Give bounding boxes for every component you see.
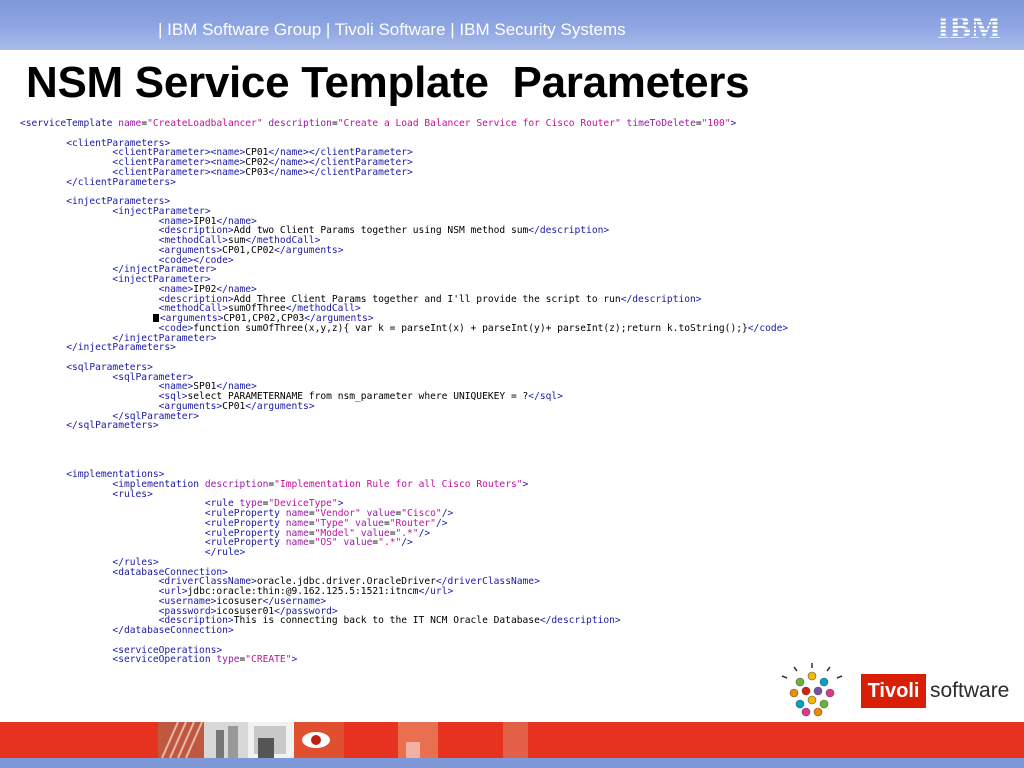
code-line: </sqlParameters>	[20, 421, 1010, 431]
xml-tag: </code>	[747, 322, 789, 334]
xml-tag: >	[730, 118, 737, 129]
xml-tag: </arguments>	[245, 400, 315, 412]
xml-text	[20, 625, 112, 636]
tivoli-brand: Tivoli	[861, 674, 926, 708]
xml-tag: </description>	[539, 615, 621, 627]
xml-text: This is connecting back to the IT NCM Or…	[233, 615, 540, 627]
xml-attribute: name	[118, 118, 142, 129]
xml-attribute: description	[204, 478, 269, 490]
xml-tag: </injectParameters>	[66, 342, 176, 354]
xml-tag: </sqlParameters>	[66, 420, 159, 432]
xml-tag: >	[291, 654, 298, 666]
xml-tag: </clientParameters>	[66, 176, 176, 188]
xml-tag: </name></clientParameter>	[268, 166, 413, 178]
header-breadcrumb: | IBM Software Group | Tivoli Software |…	[158, 20, 626, 39]
xml-code-block: <serviceTemplate name="CreateLoadbalance…	[20, 119, 1010, 665]
xml-attribute: name	[285, 537, 309, 549]
xml-attribute: type	[216, 654, 240, 666]
xml-text	[20, 342, 66, 353]
xml-value: "CREATE"	[245, 654, 292, 666]
xml-value: ".*"	[378, 537, 402, 549]
xml-text: CP01	[222, 400, 246, 412]
code-line: </sqlParameter>	[20, 411, 1010, 422]
xml-tag: </rule>	[204, 547, 246, 558]
xml-value: "OS"	[314, 537, 338, 549]
xml-attribute: timeToDelete	[626, 118, 696, 129]
xml-tag: </arguments>	[274, 244, 344, 256]
slide-title: NSM Service Template Parameters	[26, 58, 750, 107]
text-cursor-icon	[152, 314, 159, 322]
xml-tag: >	[522, 478, 529, 490]
xml-value: "Implementation Rule for all Cisco Route…	[274, 478, 523, 490]
xml-tag: />	[418, 527, 431, 539]
xml-attribute: value	[343, 537, 373, 549]
footer-bottom-band	[0, 758, 1024, 768]
code-line: <implementation description="Implementat…	[20, 478, 1010, 490]
xml-tag: </url>	[418, 586, 454, 597]
xml-value: "CreateLoadbalancer"	[147, 118, 263, 129]
footer-photo-strip	[158, 722, 528, 758]
xml-tag: <serviceOperation	[112, 654, 217, 666]
xml-tag: />	[401, 537, 413, 549]
code-line: </clientParameters>	[20, 176, 1010, 188]
ibm-logo-icon: IBM	[937, 11, 1001, 41]
svg-text:IBM: IBM	[937, 11, 1001, 41]
xml-tag: />	[435, 517, 448, 529]
xml-text	[20, 654, 112, 665]
code-line: <serviceTemplate name="CreateLoadbalance…	[20, 119, 1010, 129]
xml-tag: </description>	[620, 293, 702, 305]
xml-text: function sumOfThree(x,y,z){ var k = pars…	[193, 322, 748, 334]
tivoli-people-icon	[781, 663, 843, 717]
xml-value: "100"	[701, 118, 731, 129]
code-line: </databaseConnection>	[20, 626, 1010, 636]
code-line: </rule>	[20, 548, 1010, 558]
xml-value: "Create a Load Balancer Service for Cisc…	[337, 118, 621, 129]
xml-attribute: description	[268, 118, 332, 129]
code-line: </injectParameters>	[20, 343, 1010, 353]
tivoli-software-logo: Tivoli software	[861, 674, 1016, 708]
xml-tag: <serviceTemplate	[20, 118, 119, 129]
xml-text	[20, 177, 66, 188]
xml-tag: </databaseConnection>	[112, 625, 234, 636]
xml-text	[20, 420, 66, 431]
code-line: <serviceOperation type="CREATE">	[20, 655, 1010, 665]
xml-tag: </description>	[528, 225, 610, 237]
xml-tag: </sql>	[528, 391, 563, 402]
tivoli-suffix: software	[930, 679, 1010, 702]
xml-text: CP03	[245, 166, 269, 178]
